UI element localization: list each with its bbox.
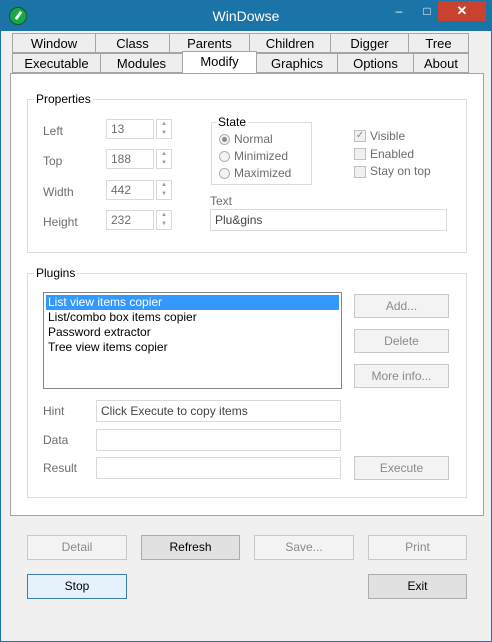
state-group: State Normal Minimized Maximized [211,115,312,185]
print-button[interactable]: Print [368,535,467,560]
normal-radio[interactable] [219,134,230,145]
stop-button[interactable]: Stop [27,574,127,599]
height-spinner[interactable]: 232 ▲ ▼ [106,210,174,232]
normal-radio-label[interactable]: Normal [234,132,273,146]
visible-checkbox-label[interactable]: Visible [370,129,405,143]
list-item[interactable]: List view items copier [46,295,339,310]
exit-button[interactable]: Exit [368,574,467,599]
app-window: WinDowse – □ ✕ Window Class Parents Chil… [0,0,492,642]
minimized-radio-label[interactable]: Minimized [234,149,288,163]
spin-up-icon[interactable]: ▲ [157,181,171,190]
properties-group: Properties Left 13 ▲ ▼ Top 188 ▲ ▼ Width 4… [27,92,467,253]
top-spinner[interactable]: 188 ▲ ▼ [106,149,174,171]
stay-on-top-checkbox[interactable] [354,166,366,178]
title-bar[interactable]: WinDowse – □ ✕ [1,1,491,31]
tab-graphics[interactable]: Graphics [256,53,338,73]
text-label: Text [210,194,233,208]
tab-digger[interactable]: Digger [330,33,409,53]
tab-modify[interactable]: Modify [182,51,257,73]
tab-tree[interactable]: Tree [408,33,469,53]
left-spin-arrows[interactable]: ▲ ▼ [156,119,172,139]
execute-button[interactable]: Execute [354,456,449,480]
spin-down-icon[interactable]: ▼ [157,129,171,138]
width-spinner[interactable]: 442 ▲ ▼ [106,180,174,202]
hint-label: Hint [43,404,65,418]
stay-on-top-checkbox-label[interactable]: Stay on top [370,164,431,178]
plugins-listbox[interactable]: List view items copier List/combo box it… [43,292,342,389]
data-label: Data [43,433,69,447]
tab-modules[interactable]: Modules [100,53,183,73]
maximize-button[interactable]: □ [413,1,441,21]
minimize-button[interactable]: – [385,1,413,21]
top-spin-arrows[interactable]: ▲ ▼ [156,149,172,169]
minimized-radio[interactable] [219,151,230,162]
left-label: Left [43,124,64,138]
refresh-button[interactable]: Refresh [141,535,240,560]
spin-down-icon[interactable]: ▼ [157,159,171,168]
height-spin-arrows[interactable]: ▲ ▼ [156,210,172,230]
height-label: Height [43,215,78,229]
spin-up-icon[interactable]: ▲ [157,211,171,220]
spin-up-icon[interactable]: ▲ [157,150,171,159]
tab-about[interactable]: About [413,53,469,73]
spin-up-icon[interactable]: ▲ [157,120,171,129]
width-input[interactable]: 442 [106,180,154,200]
list-item[interactable]: Password extractor [46,325,339,340]
enabled-checkbox-label[interactable]: Enabled [370,147,414,161]
detail-button[interactable]: Detail [27,535,127,560]
list-item[interactable]: List/combo box items copier [46,310,339,325]
left-spinner[interactable]: 13 ▲ ▼ [106,119,174,141]
data-input[interactable] [96,429,341,451]
result-label: Result [43,461,78,475]
tab-parents[interactable]: Parents [169,33,250,53]
spin-down-icon[interactable]: ▼ [157,220,171,229]
width-label: Width [43,185,74,199]
width-spin-arrows[interactable]: ▲ ▼ [156,180,172,200]
tab-window[interactable]: Window [12,33,96,53]
top-input[interactable]: 188 [106,149,154,169]
left-input[interactable]: 13 [106,119,154,139]
tab-children[interactable]: Children [249,33,331,53]
visible-checkbox[interactable]: ✓ [354,130,366,142]
tab-executable[interactable]: Executable [12,53,101,73]
result-field[interactable] [96,457,341,479]
tab-class[interactable]: Class [95,33,170,53]
plugins-legend: Plugins [34,266,78,280]
list-item[interactable]: Tree view items copier [46,340,339,355]
tab-options[interactable]: Options [337,53,414,73]
state-legend: State [216,115,249,129]
height-input[interactable]: 232 [106,210,154,230]
hint-field: Click Execute to copy items [96,400,341,422]
add-plugin-button[interactable]: Add... [354,294,449,318]
spin-down-icon[interactable]: ▼ [157,190,171,199]
more-info-button[interactable]: More info... [354,364,449,388]
close-button[interactable]: ✕ [438,1,486,21]
delete-plugin-button[interactable]: Delete [354,329,449,353]
enabled-checkbox[interactable] [354,148,366,160]
save-button[interactable]: Save... [254,535,354,560]
maximized-radio[interactable] [219,168,230,179]
text-input[interactable]: Plu&gins [210,209,447,231]
maximized-radio-label[interactable]: Maximized [234,166,291,180]
properties-legend: Properties [34,92,93,106]
top-label: Top [43,154,63,168]
modify-tab-page: Properties Left 13 ▲ ▼ Top 188 ▲ ▼ Width 4… [10,73,484,516]
